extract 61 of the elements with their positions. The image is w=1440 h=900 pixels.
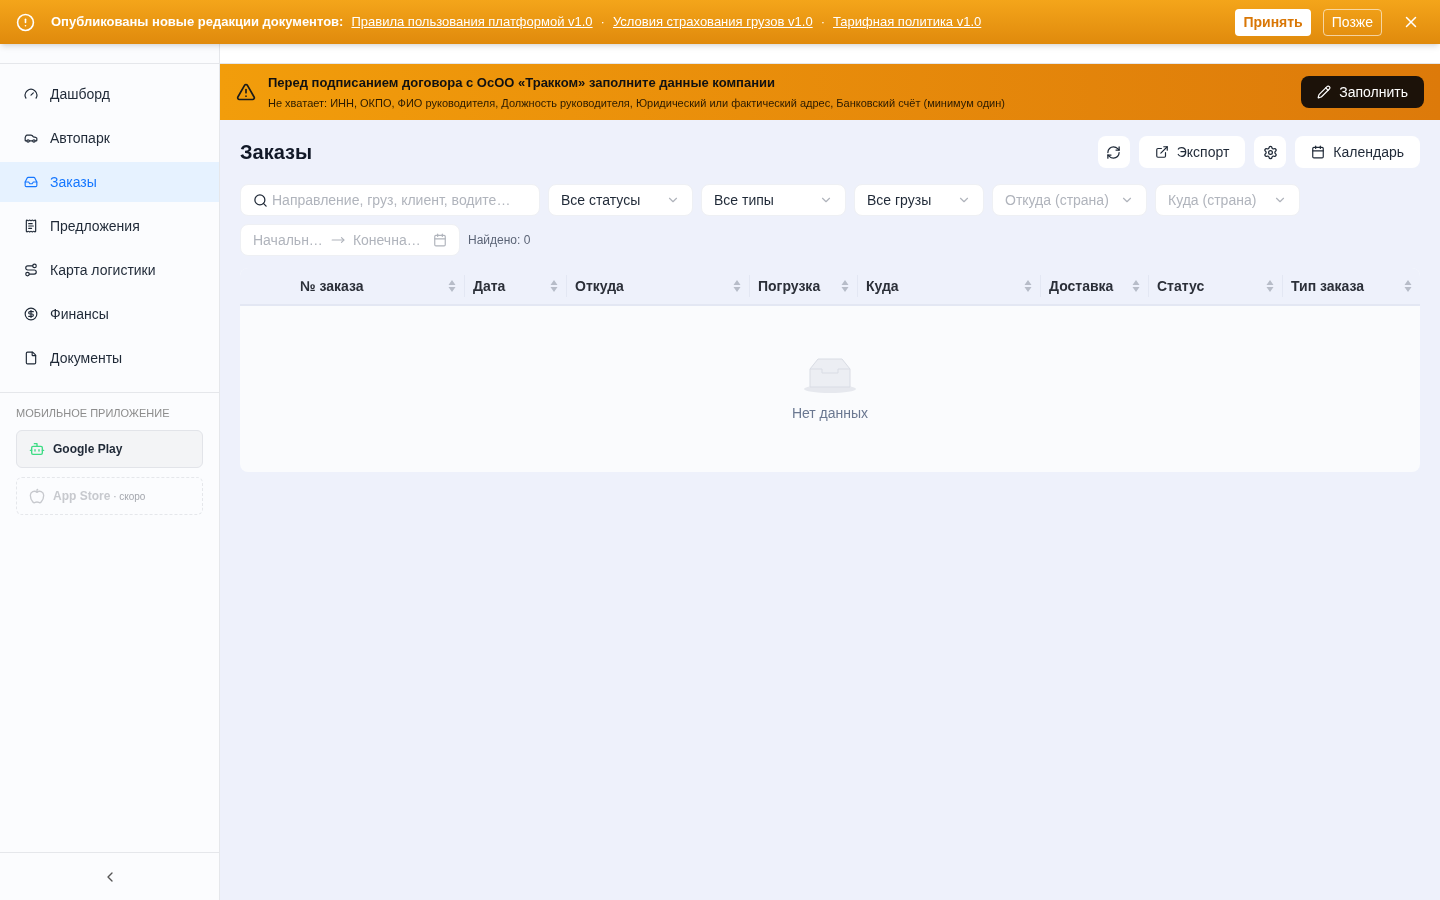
- result-count: Найдено: 0: [468, 232, 531, 249]
- sidebar-item[interactable]: Финансы: [0, 294, 219, 334]
- refresh-icon: [1106, 144, 1122, 160]
- settings-icon: [1262, 144, 1278, 160]
- sort-icon: [733, 279, 741, 293]
- sort-icon: [841, 279, 849, 293]
- apple-icon: [29, 487, 45, 504]
- search-icon: [253, 192, 268, 208]
- store-button[interactable]: Google Play: [16, 429, 203, 468]
- column-header[interactable]: Дата: [464, 275, 566, 297]
- warning-title: Перед подписанием договора с ОсОО «Тракком» заполните данные компании: [268, 73, 776, 92]
- receipt-icon: [24, 219, 38, 233]
- sort-icon: [1132, 279, 1140, 293]
- filter-select[interactable]: Все статусы: [548, 184, 693, 216]
- pencil-icon: [1317, 85, 1332, 99]
- column-header[interactable]: Куда: [857, 275, 1040, 297]
- route-icon: [24, 263, 38, 277]
- filter-select[interactable]: Все типы: [701, 184, 846, 216]
- car-icon: [24, 131, 38, 145]
- empty-message: Нет данных: [791, 403, 869, 423]
- sort-icon: [550, 279, 558, 293]
- sidebar-item[interactable]: Заказы: [0, 162, 219, 202]
- sort-icon: [448, 279, 456, 293]
- refresh-button[interactable]: [1097, 136, 1130, 168]
- sort-icon: [1404, 279, 1412, 293]
- separator-dot: ·: [600, 13, 605, 32]
- warning-text: Не хватает: ИНН, ОКПО, ФИО руководителя, Должность руководителя, Юридический или фактический адрес, Банковский счёт (минимум один): [268, 96, 1006, 111]
- column-header[interactable]: Статус: [1148, 275, 1282, 297]
- column-header[interactable]: Доставка: [1040, 275, 1148, 297]
- external-link-icon: [1154, 145, 1169, 159]
- sidebar-item[interactable]: Автопарк: [0, 118, 219, 158]
- search-input[interactable]: Направление, груз, клиент, водите…: [272, 189, 527, 211]
- calendar-button[interactable]: Календарь: [1295, 136, 1420, 168]
- calendar-icon: [1311, 145, 1326, 159]
- separator-dot: ·: [820, 13, 825, 32]
- filter-select[interactable]: Все грузы: [854, 184, 984, 216]
- section-heading: МОБИЛЬНОЕ ПРИЛОЖЕНИЕ: [16, 406, 171, 421]
- column-header[interactable]: Откуда: [566, 275, 749, 297]
- column-header[interactable]: Тип заказа: [1282, 275, 1420, 297]
- notice-title: Опубликованы новые редакции документов:: [51, 13, 344, 32]
- page-title: Заказы: [240, 140, 314, 165]
- settings-button[interactable]: [1254, 136, 1287, 168]
- dollar-icon: [24, 307, 38, 321]
- sidebar-item[interactable]: Дашборд: [0, 74, 219, 114]
- fill-button[interactable]: Заполнить: [1301, 76, 1424, 108]
- warning-icon: [236, 82, 256, 102]
- search-field[interactable]: Направление, груз, клиент, водите…: [240, 184, 540, 216]
- file-icon: [24, 351, 38, 365]
- column-header[interactable]: Погрузка: [749, 275, 857, 297]
- sort-icon: [1024, 279, 1032, 293]
- column-header[interactable]: № заказа: [240, 275, 464, 297]
- sidebar-item[interactable]: Карта логистики: [0, 250, 219, 290]
- sidebar-item[interactable]: Документы: [0, 338, 219, 378]
- alert-icon: [16, 12, 35, 32]
- export-button[interactable]: Экспорт: [1138, 136, 1246, 168]
- gauge-icon: [24, 87, 38, 101]
- android-icon: [29, 440, 45, 457]
- calendar-icon: [433, 233, 447, 247]
- sort-icon: [1266, 279, 1274, 293]
- sidebar-item[interactable]: Предложения: [0, 206, 219, 246]
- tray-icon: [24, 175, 38, 189]
